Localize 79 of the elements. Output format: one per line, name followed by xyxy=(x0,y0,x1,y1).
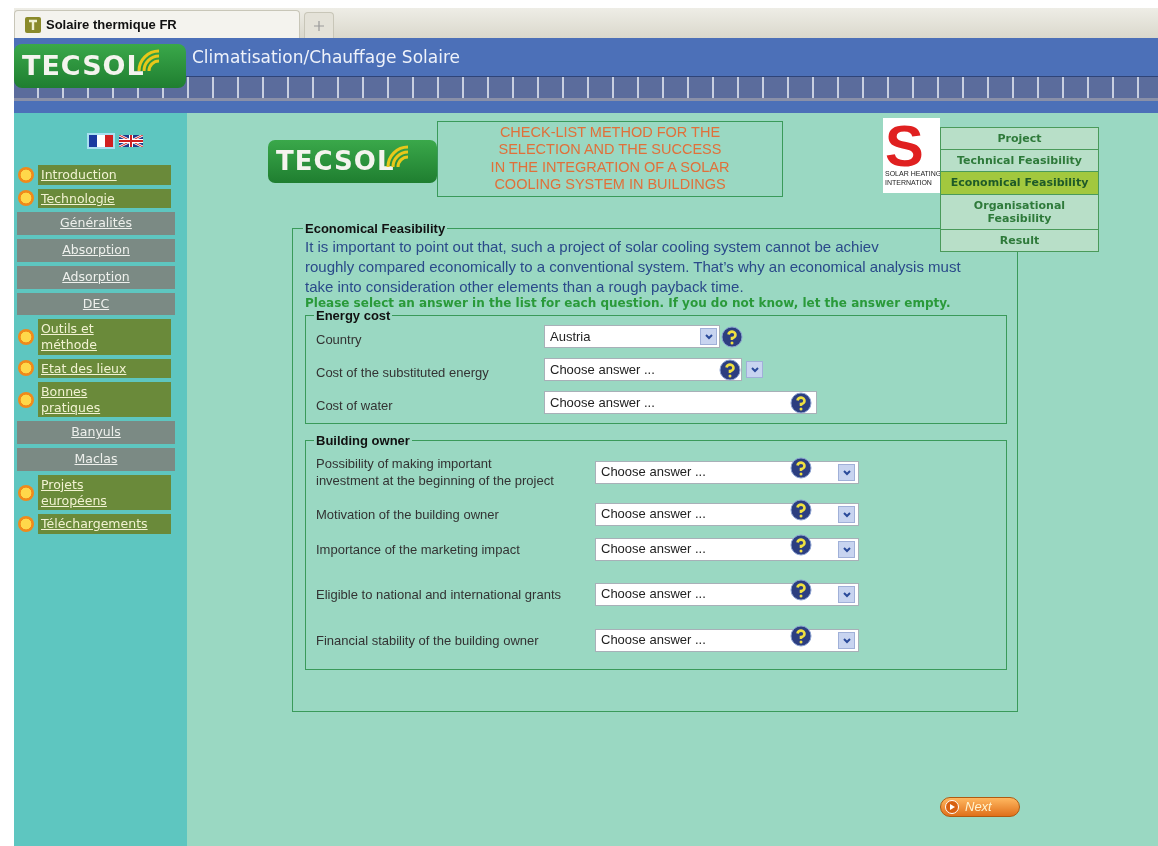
help-icon[interactable] xyxy=(790,579,812,601)
bullet-icon xyxy=(18,328,34,345)
help-icon[interactable] xyxy=(790,457,812,479)
sidebar-link[interactable]: Généralités xyxy=(17,212,175,235)
help-icon[interactable] xyxy=(790,534,812,556)
answer-select[interactable]: Choose answer ... xyxy=(595,502,859,526)
answer-select[interactable]: Choose answer ... xyxy=(595,460,859,484)
sidebar-link[interactable]: Etat des lieux xyxy=(38,358,171,379)
section-legend: Energy cost xyxy=(314,309,393,322)
intro-text: It is important to point out that, such a project of solar cooling system cannot be achiev xyxy=(305,237,879,257)
site-title: Climatisation/Chauffage Solaire xyxy=(192,46,460,69)
bullet-icon xyxy=(18,515,34,532)
question-label: Country xyxy=(316,331,363,348)
logo: TECSOL xyxy=(268,140,437,183)
instruction-text: Please select an answer in the list for each question. If you do not know, let the answer empty. xyxy=(305,297,952,309)
question-label: Cost of water xyxy=(316,397,394,414)
step-menu-item[interactable]: Economical Feasibility xyxy=(941,172,1098,195)
sidebar-link[interactable]: Technologie xyxy=(38,188,171,209)
question-label: Eligible to national and international grants xyxy=(316,585,562,603)
chevron-icon xyxy=(841,544,852,554)
chevron-icon xyxy=(749,365,760,374)
answer-select[interactable]: Choose answer ... xyxy=(544,391,817,414)
help-icon[interactable] xyxy=(721,325,743,348)
question-label: Possibility of making important investment at the beginning of the project xyxy=(316,455,555,489)
chevron-icon xyxy=(841,509,852,519)
chevron-icon xyxy=(841,635,852,645)
sidebar-link[interactable]: Banyuls xyxy=(17,421,175,445)
question-label: Motivation of the building owner xyxy=(316,505,500,523)
bullet-icon xyxy=(18,391,34,408)
step-menu-item[interactable]: Result xyxy=(941,229,1098,252)
dropdown-button[interactable] xyxy=(838,540,855,558)
browser-tab[interactable]: Solaire thermique FR xyxy=(14,10,300,38)
question-label: Importance of the marketing impact xyxy=(316,540,521,558)
step-menu-item[interactable]: Organisational Feasibility xyxy=(941,194,1098,230)
chevron-icon xyxy=(703,332,714,341)
dropdown-button[interactable] xyxy=(700,328,717,345)
help-icon[interactable] xyxy=(790,391,812,414)
form-legend: Economical Feasibility xyxy=(303,222,448,235)
bullet-icon xyxy=(18,190,34,207)
dropdown-button[interactable] xyxy=(838,463,855,481)
flag-icon[interactable] xyxy=(118,135,143,147)
bullet-icon xyxy=(18,166,34,183)
logo[interactable]: TECSOL xyxy=(14,44,186,88)
play-icon xyxy=(945,800,959,814)
dropdown-button[interactable] xyxy=(746,361,763,378)
chevron-icon xyxy=(841,467,852,477)
sidebar-link[interactable]: DEC xyxy=(17,292,175,316)
answer-select[interactable]: Choose answer ... xyxy=(544,358,742,381)
dropdown-button[interactable] xyxy=(838,505,855,523)
help-icon[interactable] xyxy=(790,625,812,647)
help-icon[interactable] xyxy=(719,358,741,381)
intro-text: roughly compared economically to a conventional system. That’s why an economical analysis must take into consideration other elements than a rough payback time. xyxy=(305,257,961,297)
answer-select[interactable]: Choose answer ... xyxy=(595,582,859,606)
sidebar-link[interactable]: Projets européens xyxy=(38,474,171,511)
page-title: CHECK-LIST METHOD FOR THE SELECTION AND THE SUCCESS IN THE INTEGRATION OF A SOLAR COOLING SYSTEM IN BUILDINGS xyxy=(437,121,783,197)
sidebar-link[interactable]: Outils et méthode xyxy=(38,319,171,355)
sidebar-link[interactable]: Absorption xyxy=(17,239,175,262)
question-label: Cost of the substituted energy xyxy=(316,364,490,381)
help-icon[interactable] xyxy=(790,499,812,521)
dropdown-button[interactable] xyxy=(838,631,855,649)
answer-select[interactable]: Austria xyxy=(544,325,720,348)
plus-icon xyxy=(314,20,324,31)
question-label: Financial stability of the building owner xyxy=(316,631,540,649)
step-menu-item[interactable]: Project xyxy=(941,128,1098,151)
dropdown-button[interactable] xyxy=(838,585,855,603)
flag-icon[interactable] xyxy=(88,135,113,147)
sidebar-link[interactable]: Maclas xyxy=(17,448,175,471)
sidebar-link[interactable]: Adsorption xyxy=(17,265,175,289)
section-legend: Building owner xyxy=(314,434,412,447)
answer-select[interactable]: Choose answer ... xyxy=(595,628,859,652)
chevron-icon xyxy=(841,589,852,599)
answer-select[interactable]: Choose answer ... xyxy=(595,537,859,561)
bullet-icon xyxy=(18,360,34,377)
sidebar-link[interactable]: Téléchargements xyxy=(38,514,171,534)
sidebar-link[interactable]: Bonnes pratiques xyxy=(38,382,171,418)
bullet-icon xyxy=(18,484,34,501)
sidebar-link[interactable]: Introduction xyxy=(38,165,171,185)
page-icon xyxy=(25,16,41,33)
next-button[interactable]: Next xyxy=(940,797,1020,817)
